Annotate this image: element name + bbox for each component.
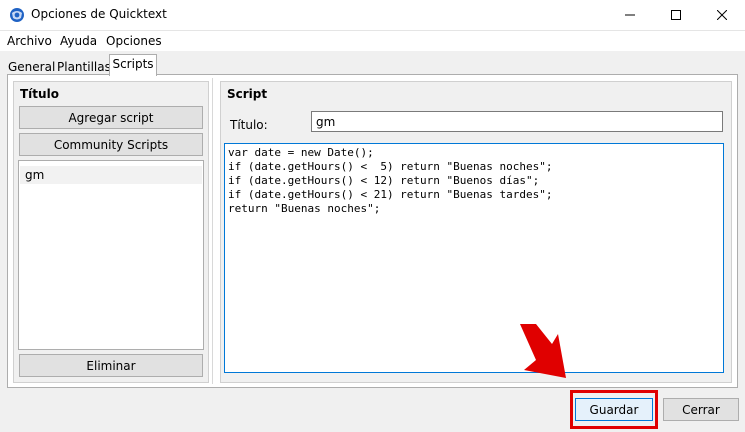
script-title-input[interactable] [311, 111, 723, 132]
delete-script-button[interactable]: Eliminar [19, 354, 203, 377]
script-list-group: Título Agregar script Community Scripts … [13, 81, 209, 383]
add-script-button[interactable]: Agregar script [19, 106, 203, 129]
community-scripts-button[interactable]: Community Scripts [19, 133, 203, 156]
menu-archivo[interactable]: Archivo [7, 34, 52, 48]
title-bar: Opciones de Quicktext [0, 0, 745, 31]
script-code-editor[interactable]: var date = new Date(); if (date.getHours… [224, 143, 724, 373]
script-editor-heading: Script [227, 87, 268, 101]
menu-ayuda[interactable]: Ayuda [60, 34, 97, 48]
red-arrow-icon [520, 324, 566, 378]
script-list-heading: Título [20, 87, 59, 101]
script-list-item[interactable]: gm [20, 166, 202, 184]
close-window-button[interactable] [699, 0, 745, 30]
tab-strip: General Plantillas Scripts [0, 51, 745, 76]
menu-bar: Archivo Ayuda Opciones [0, 31, 745, 51]
thunderbird-app-icon [10, 8, 24, 22]
scripts-tab-page: Título Agregar script Community Scripts … [7, 74, 738, 388]
script-editor-group: Script Título: var date = new Date(); if… [220, 81, 732, 383]
save-highlight-box [570, 390, 658, 429]
maximize-button[interactable] [653, 0, 699, 30]
close-button[interactable]: Cerrar [663, 398, 739, 421]
script-listbox[interactable]: gm [18, 160, 204, 350]
close-icon [717, 10, 727, 20]
minimize-icon [625, 14, 635, 16]
script-title-label: Título: [230, 118, 268, 132]
minimize-button[interactable] [607, 0, 653, 30]
maximize-icon [671, 10, 681, 20]
window-title: Opciones de Quicktext [31, 7, 167, 21]
menu-opciones[interactable]: Opciones [106, 34, 162, 48]
tab-scripts[interactable]: Scripts [109, 54, 157, 76]
splitter[interactable] [212, 78, 213, 384]
